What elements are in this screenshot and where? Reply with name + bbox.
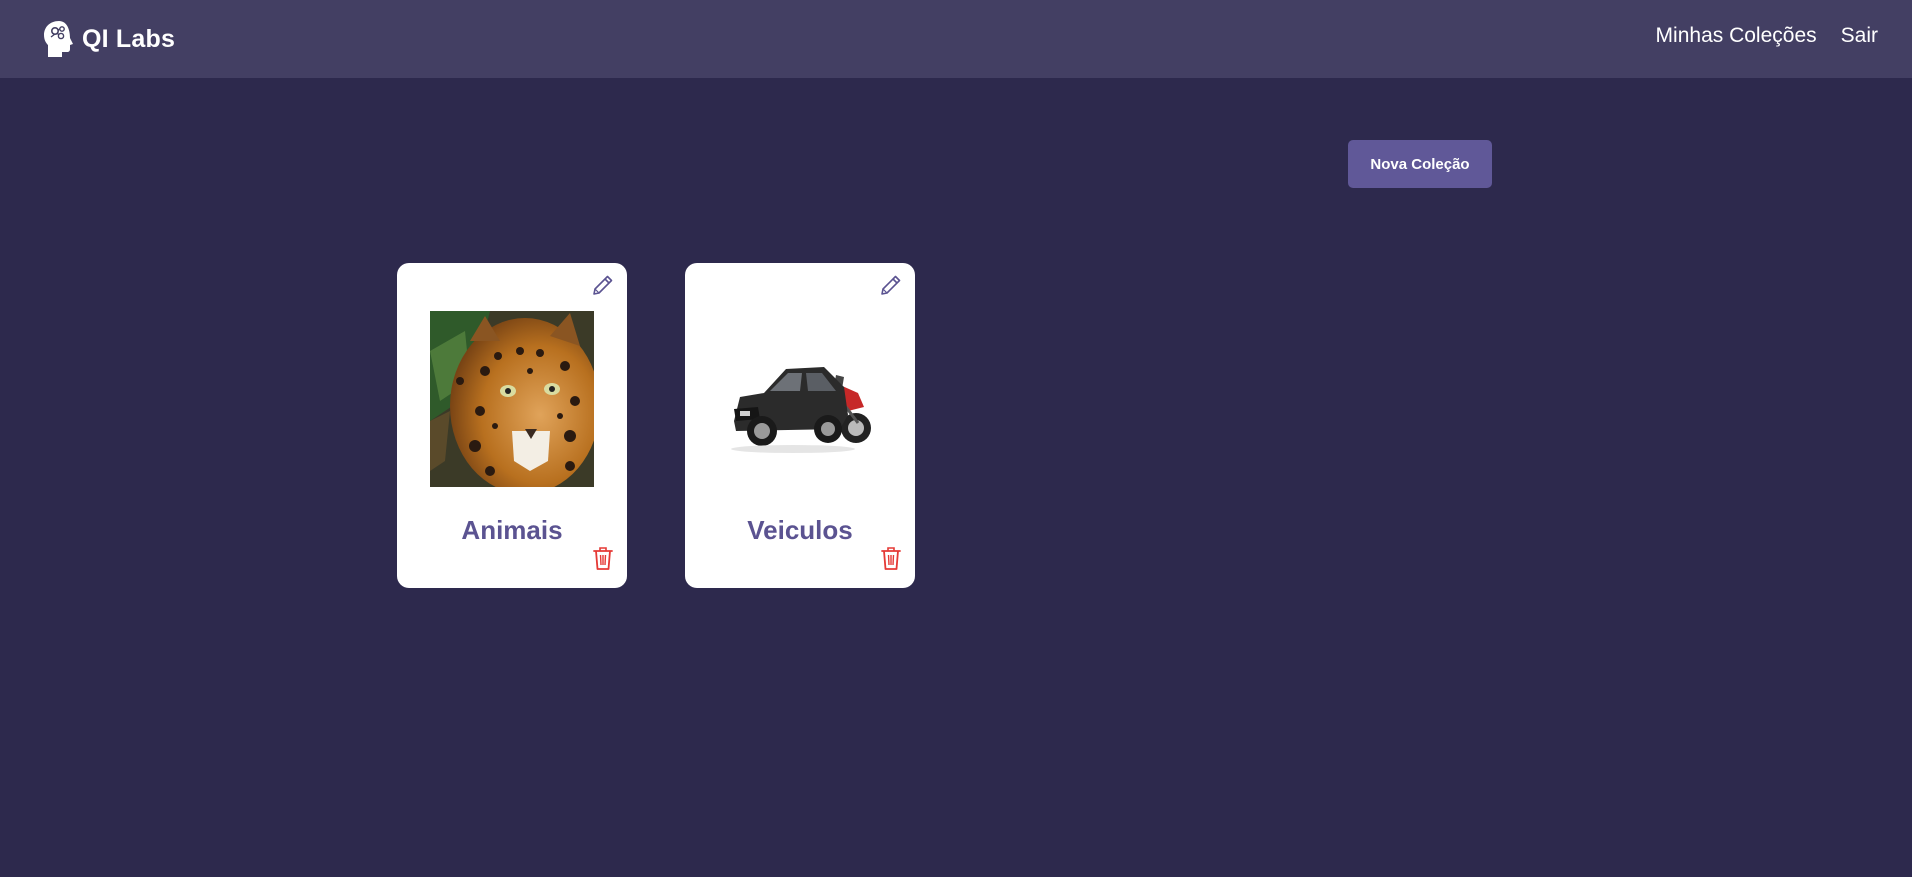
brand-link[interactable]: QI Labs	[42, 18, 175, 60]
collection-card-veiculos[interactable]: Veiculos	[685, 263, 915, 588]
new-collection-button[interactable]: Nova Coleção	[1348, 140, 1492, 188]
collection-title: Animais	[461, 515, 563, 545]
pencil-icon[interactable]	[879, 273, 903, 297]
collection-title: Veiculos	[747, 515, 853, 545]
collection-card-animais[interactable]: Animais	[397, 263, 627, 588]
trash-icon[interactable]	[879, 545, 903, 571]
trash-icon[interactable]	[591, 545, 615, 571]
nav-my-collections[interactable]: Minhas Coleções	[1656, 24, 1817, 48]
nav-logout[interactable]: Sair	[1841, 24, 1878, 48]
head-brain-icon	[44, 21, 73, 57]
pencil-icon[interactable]	[591, 273, 615, 297]
jaguar-photo	[430, 311, 594, 487]
car-and-motorcycle-photo	[718, 311, 882, 487]
top-navbar: QI Labs Minhas Coleções Sair	[0, 0, 1912, 78]
brand-name: QI Labs	[82, 24, 176, 53]
nav-links: Minhas Coleções Sair	[1656, 24, 1878, 48]
